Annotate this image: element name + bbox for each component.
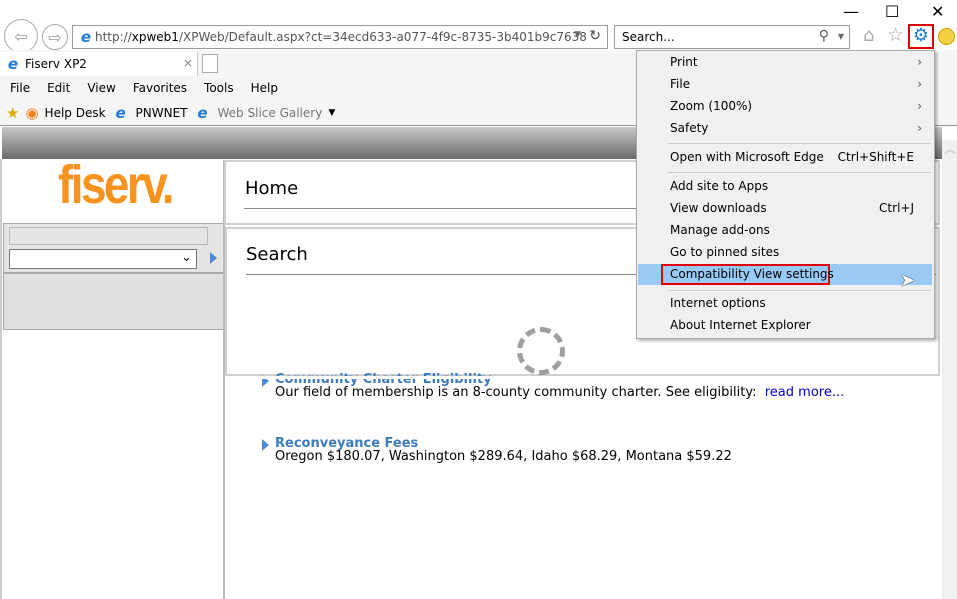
url-host: xpweb1 — [131, 30, 179, 44]
label: Open with Microsoft Edge — [670, 150, 824, 164]
label: Safety — [670, 121, 709, 135]
menu-item-view-downloads[interactable]: View downloads Ctrl+J — [670, 198, 930, 218]
left-gray-panel — [3, 273, 224, 330]
news-text: Oregon $180.07, Washington $289.64, Idah… — [275, 449, 732, 464]
menu-item-internet-options[interactable]: Internet options — [670, 293, 930, 313]
menu-item-add-site-apps[interactable]: Add site to Apps — [670, 176, 930, 196]
menu-item-zoom[interactable]: Zoom (100%) › — [670, 96, 930, 116]
ie-icon: e — [7, 55, 19, 73]
menu-favorites[interactable]: Favorites — [133, 81, 187, 95]
menu-edit[interactable]: Edit — [47, 81, 70, 95]
tab-fiserv-xp2[interactable]: e Fiserv XP2 × — [0, 52, 198, 76]
menu-item-open-edge[interactable]: Open with Microsoft Edge Ctrl+Shift+E — [670, 147, 930, 167]
search-title: Search — [246, 244, 308, 265]
scrollbar[interactable]: ︿ — [942, 140, 957, 599]
url-prefix: http:// — [95, 30, 132, 44]
chevron-right-icon: › — [917, 99, 922, 113]
loading-spinner-icon — [517, 327, 565, 375]
search-icon[interactable]: ⚲ — [819, 28, 829, 44]
chevron-right-icon: › — [917, 55, 922, 69]
favorites-star-icon[interactable]: ☆ — [887, 24, 904, 46]
forward-button[interactable]: ⇨ — [42, 24, 68, 50]
chevron-right-icon: › — [917, 77, 922, 91]
menu-item-file[interactable]: File › — [670, 74, 930, 94]
close-button[interactable]: ✕ — [931, 2, 944, 21]
dropdown-icon[interactable]: ▼ — [328, 108, 335, 118]
chevron-right-icon: › — [917, 121, 922, 135]
back-button[interactable]: ⇦ — [4, 19, 38, 53]
tools-menu: Print › File › Zoom (100%) › Safety › Open w… — [636, 50, 935, 339]
search-dropdown-icon[interactable]: ▼ — [838, 32, 844, 41]
bullet-arrow-icon — [262, 439, 269, 451]
refresh-icon[interactable]: ↻ — [589, 28, 601, 44]
news-text: Our field of membership is an 8-county c… — [275, 385, 844, 400]
label: View downloads — [670, 201, 767, 215]
label: Add site to Apps — [670, 179, 769, 193]
label: Internet options — [670, 296, 766, 310]
label: About Internet Explorer — [670, 318, 811, 332]
new-tab-button[interactable] — [202, 54, 218, 73]
read-more-link[interactable]: read more... — [765, 385, 844, 400]
home-icon[interactable]: ⌂ — [863, 25, 874, 46]
news-text-body: Our field of membership is an 8-county c… — [275, 385, 757, 400]
shortcut: Ctrl+J — [879, 201, 914, 215]
arrow-right-icon: ⇨ — [48, 27, 62, 47]
go-arrow-icon[interactable] — [210, 252, 217, 264]
fiserv-logo: fiserv. — [58, 155, 175, 215]
menu-help[interactable]: Help — [251, 81, 278, 95]
menu-item-compatibility-view[interactable]: Compatibility View settings — [670, 264, 930, 284]
add-favorites-icon[interactable]: ★ — [6, 104, 19, 122]
label: Zoom (100%) — [670, 99, 753, 113]
menu-item-about-ie[interactable]: About Internet Explorer — [670, 315, 930, 335]
tab-title: Fiserv XP2 — [25, 57, 87, 71]
search-input[interactable]: Search... ⚲ ▼ — [614, 25, 850, 49]
home-title: Home — [245, 178, 299, 199]
minimize-button[interactable]: — — [843, 2, 859, 21]
tools-gear-icon[interactable]: ⚙ — [908, 24, 934, 49]
menu-item-print[interactable]: Print › — [670, 52, 930, 72]
scroll-up-icon[interactable]: ︿ — [944, 140, 956, 157]
search-placeholder: Search... — [622, 30, 675, 44]
mouse-cursor-icon: ➤ — [900, 270, 916, 291]
ie-icon: e — [197, 103, 208, 122]
chevron-down-icon: ⌄ — [181, 250, 192, 265]
menu-item-safety[interactable]: Safety › — [670, 118, 930, 138]
shortcut: Ctrl+Shift+E — [837, 150, 914, 164]
menu-view[interactable]: View — [87, 81, 115, 95]
url-path: /XPWeb/Default.aspx?ct=34ecd633-a077-4f9… — [178, 30, 587, 44]
label: Print — [670, 55, 698, 69]
left-select[interactable]: ⌄ — [9, 249, 197, 269]
label: File — [670, 77, 691, 91]
lifebuoy-icon: ◉ — [25, 103, 39, 122]
ie-icon: e — [115, 103, 126, 122]
ie-icon: e — [80, 28, 92, 46]
menu-item-manage-addons[interactable]: Manage add-ons — [670, 220, 930, 240]
label: Manage add-ons — [670, 223, 770, 237]
fav-help-desk[interactable]: Help Desk — [45, 106, 106, 120]
left-text-input[interactable] — [9, 227, 208, 245]
fav-web-slice-gallery[interactable]: Web Slice Gallery — [218, 106, 323, 120]
menu-tools[interactable]: Tools — [204, 81, 234, 95]
address-bar[interactable]: e http://xpweb1/XPWeb/Default.aspx?ct=34… — [72, 25, 608, 49]
feedback-smiley-icon[interactable] — [938, 28, 955, 45]
menu-item-pinned-sites[interactable]: Go to pinned sites — [670, 242, 930, 262]
maximize-button[interactable]: ☐ — [885, 2, 899, 21]
close-tab-icon[interactable]: × — [183, 56, 193, 70]
fav-pnwnet[interactable]: PNWNET — [136, 106, 188, 120]
menu-file[interactable]: File — [10, 81, 30, 95]
label: Compatibility View settings — [670, 267, 834, 281]
dropdown-icon[interactable]: ▼ — [574, 30, 581, 40]
arrow-left-icon: ⇦ — [14, 26, 28, 46]
label: Go to pinned sites — [670, 245, 780, 259]
